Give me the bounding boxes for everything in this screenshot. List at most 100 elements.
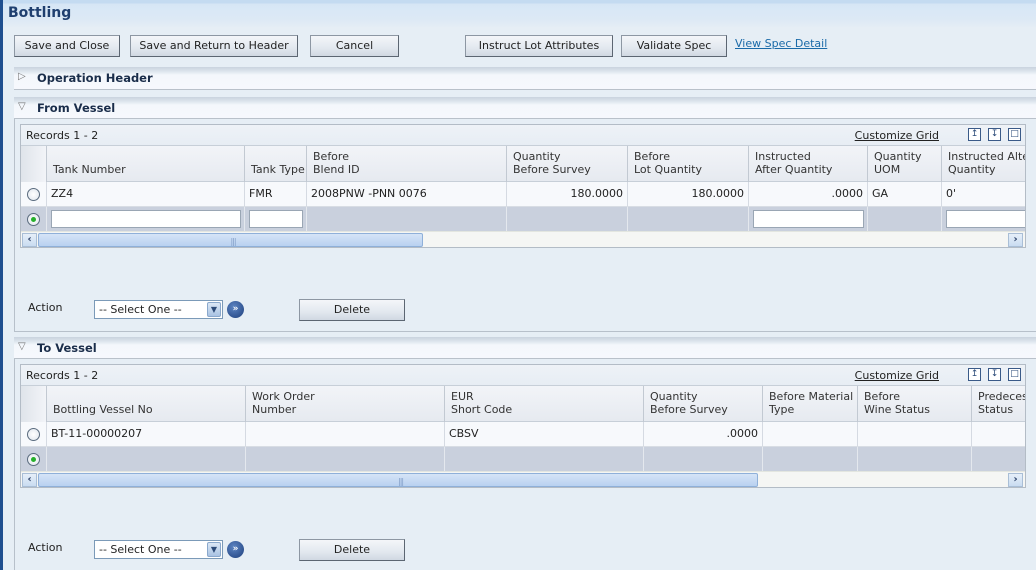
- expand-triangle-icon[interactable]: ▷: [18, 71, 26, 82]
- cell-tank-type: [244, 207, 306, 231]
- records-count: Records 1 - 2: [26, 369, 99, 382]
- horizontal-scrollbar[interactable]: ‹ ||| ›: [21, 231, 1025, 247]
- cell-after-quantity[interactable]: .0000: [748, 182, 867, 206]
- row-select-radio[interactable]: [27, 213, 40, 226]
- cell-qty-before-survey: [506, 207, 627, 231]
- cell-material-type[interactable]: [762, 422, 857, 446]
- scroll-right-arrow-icon[interactable]: ›: [1008, 473, 1023, 487]
- cancel-button[interactable]: Cancel: [310, 35, 399, 57]
- table-row[interactable]: ZZ4 FMR 2008PNW -PNN 0076 180.0000 180.0…: [21, 182, 1025, 207]
- cell-lot-quantity[interactable]: 180.0000: [627, 182, 748, 206]
- column-header-alt-quantity[interactable]: Instructed Alter Quantity: [941, 146, 1025, 182]
- column-header-material-type[interactable]: Before Material Type: [762, 386, 857, 422]
- cell-tank-number[interactable]: ZZ4: [46, 182, 244, 206]
- column-header-wine-status[interactable]: Before Wine Status: [857, 386, 971, 422]
- table-row-new[interactable]: [21, 447, 1025, 472]
- scroll-left-arrow-icon[interactable]: ‹: [22, 473, 37, 487]
- page-title: Bottling: [8, 5, 72, 21]
- scroll-right-arrow-icon[interactable]: ›: [1008, 233, 1023, 247]
- customize-grid-link[interactable]: Customize Grid: [855, 129, 939, 142]
- cell-alt-quantity: [941, 207, 1025, 231]
- column-header-uom[interactable]: Quantity UOM: [867, 146, 941, 182]
- column-header-blend-id[interactable]: Before Blend ID: [306, 146, 506, 182]
- cell-short-code: [444, 447, 643, 471]
- cell-wine-status: [857, 447, 971, 471]
- cell-blend-id: [306, 207, 506, 231]
- row-select-radio[interactable]: [27, 453, 40, 466]
- maximize-icon[interactable]: □: [1008, 128, 1021, 141]
- collapse-triangle-icon[interactable]: ▽: [18, 101, 26, 112]
- cell-bottling-vessel: [46, 447, 245, 471]
- cell-predecessor-status[interactable]: [971, 422, 1025, 446]
- row-select-radio[interactable]: [27, 428, 40, 441]
- tank-type-input[interactable]: [249, 210, 303, 228]
- export-icon[interactable]: ↥: [968, 368, 981, 381]
- cell-qty-before-survey[interactable]: 180.0000: [506, 182, 627, 206]
- alt-quantity-input[interactable]: [946, 210, 1025, 228]
- column-header-after-quantity[interactable]: Instructed After Quantity: [748, 146, 867, 182]
- cell-short-code[interactable]: CBSV: [444, 422, 643, 446]
- column-header-work-order[interactable]: Work Order Number: [245, 386, 444, 422]
- cell-alt-quantity[interactable]: 0': [941, 182, 1025, 206]
- column-header-tank-type[interactable]: Tank Type: [244, 146, 306, 182]
- scrollbar-thumb[interactable]: |||: [38, 233, 423, 247]
- title-bar: Bottling: [3, 0, 1036, 28]
- cell-lot-quantity: [627, 207, 748, 231]
- to-vessel-section-header[interactable]: ▽ To Vessel: [14, 337, 1036, 359]
- cell-blend-id[interactable]: 2008PNW -PNN 0076: [306, 182, 506, 206]
- delete-button[interactable]: Delete: [299, 299, 405, 321]
- cell-predecessor-status: [971, 447, 1025, 471]
- row-select-radio[interactable]: [27, 188, 40, 201]
- import-icon[interactable]: ↧: [988, 128, 1001, 141]
- scrollbar-thumb[interactable]: |||: [38, 473, 758, 487]
- maximize-icon[interactable]: □: [1008, 368, 1021, 381]
- chevron-down-icon[interactable]: ▼: [207, 542, 221, 557]
- validate-spec-button[interactable]: Validate Spec: [621, 35, 727, 57]
- action-select[interactable]: -- Select One -- ▼: [94, 540, 223, 559]
- column-header-predecessor-status[interactable]: PredecessStatus: [971, 386, 1025, 422]
- section-title: Operation Header: [37, 71, 153, 85]
- collapse-triangle-icon[interactable]: ▽: [18, 341, 26, 352]
- go-icon[interactable]: »: [227, 301, 244, 318]
- table-row[interactable]: BT-11-00000207 CBSV .0000: [21, 422, 1025, 447]
- cell-qty-before-survey[interactable]: .0000: [643, 422, 762, 446]
- table-row-new[interactable]: [21, 207, 1025, 232]
- cell-wine-status[interactable]: [857, 422, 971, 446]
- customize-grid-link[interactable]: Customize Grid: [855, 369, 939, 382]
- cell-uom[interactable]: GA: [867, 182, 941, 206]
- tank-number-input[interactable]: [51, 210, 241, 228]
- delete-button[interactable]: Delete: [299, 539, 405, 561]
- export-icon[interactable]: ↥: [968, 128, 981, 141]
- column-header-tank-number[interactable]: Tank Number: [46, 146, 244, 182]
- cell-after-quantity: [748, 207, 867, 231]
- records-count: Records 1 - 2: [26, 129, 99, 142]
- column-header-qty-before-survey[interactable]: Quantity Before Survey: [506, 146, 627, 182]
- save-and-close-button[interactable]: Save and Close: [14, 35, 120, 57]
- column-header-bottling-vessel[interactable]: Bottling Vessel No: [46, 386, 245, 422]
- from-vessel-grid: Records 1 - 2 Customize Grid ↥ ↧ □ Tank …: [20, 124, 1026, 248]
- after-quantity-input[interactable]: [753, 210, 864, 228]
- cell-uom: [867, 207, 941, 231]
- go-icon[interactable]: »: [227, 541, 244, 558]
- scroll-left-arrow-icon[interactable]: ‹: [22, 233, 37, 247]
- save-and-return-button[interactable]: Save and Return to Header: [130, 35, 298, 57]
- grid-header: Bottling Vessel No Work Order Number EUR S…: [21, 385, 1025, 422]
- cell-material-type: [762, 447, 857, 471]
- view-spec-detail-link[interactable]: View Spec Detail: [735, 37, 827, 50]
- instruct-lot-attributes-button[interactable]: Instruct Lot Attributes: [465, 35, 613, 57]
- operation-header-section[interactable]: ▷ Operation Header: [14, 67, 1036, 90]
- chevron-down-icon[interactable]: ▼: [207, 302, 221, 317]
- cell-tank-type[interactable]: FMR: [244, 182, 306, 206]
- action-label: Action: [28, 301, 63, 314]
- cell-work-order[interactable]: [245, 422, 444, 446]
- from-vessel-section-header[interactable]: ▽ From Vessel: [14, 97, 1036, 119]
- horizontal-scrollbar[interactable]: ‹ ||| ›: [21, 471, 1025, 487]
- grid-header: Tank Number Tank Type Before Blend ID Qua…: [21, 145, 1025, 182]
- column-header-qty-before-survey[interactable]: Quantity Before Survey: [643, 386, 762, 422]
- action-select[interactable]: -- Select One -- ▼: [94, 300, 223, 319]
- cell-bottling-vessel[interactable]: BT-11-00000207: [46, 422, 245, 446]
- section-title: From Vessel: [37, 101, 116, 115]
- import-icon[interactable]: ↧: [988, 368, 1001, 381]
- column-header-lot-quantity[interactable]: Before Lot Quantity: [627, 146, 748, 182]
- column-header-short-code[interactable]: EUR Short Code: [444, 386, 643, 422]
